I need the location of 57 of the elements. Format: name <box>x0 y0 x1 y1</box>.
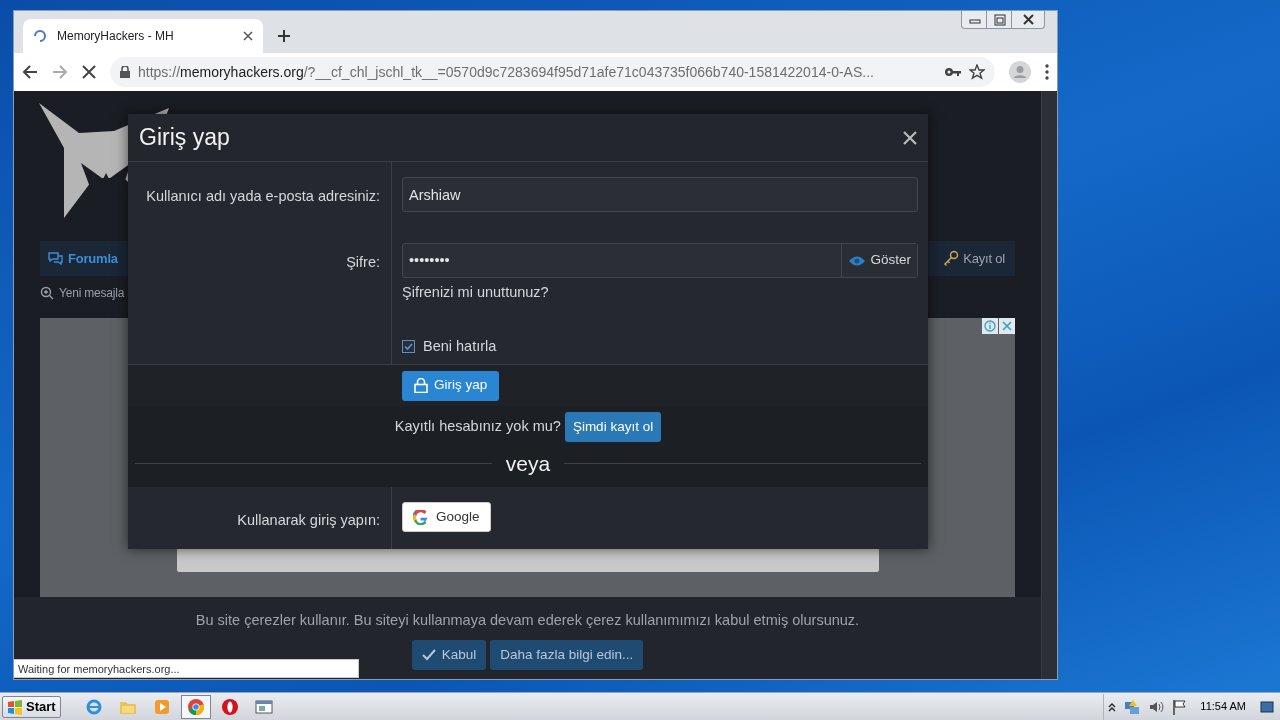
browser-tab[interactable]: MemoryHackers - MH <box>23 19 263 53</box>
back-icon[interactable] <box>22 64 38 80</box>
show-desktop-icon[interactable] <box>1260 699 1274 714</box>
forgot-password-link[interactable]: Şifrenizi mi unuttunuz? <box>402 282 549 304</box>
close-icon[interactable] <box>902 129 918 146</box>
menu-icon[interactable] <box>1045 64 1049 80</box>
chrome-icon[interactable] <box>186 697 205 716</box>
key-icon <box>943 250 960 267</box>
google-icon <box>413 509 428 525</box>
lock-icon <box>120 66 130 78</box>
lock-icon <box>414 378 428 393</box>
status-bubble: Waiting for memoryhackers.org... <box>14 659 359 678</box>
cookie-button[interactable]: Daha fazla bilgi edin... <box>490 640 644 670</box>
cookie-notice: Bu site çerezler kullanır. Bu siteyi kullanmaya devam ederek çerez kullanımımızı kabul etmiş olursunuz. <box>195 611 860 631</box>
register-button[interactable]: Şimdi kayıt ol <box>564 412 662 442</box>
eye-icon <box>848 254 867 267</box>
dialog-title: Giriş yap <box>139 123 230 153</box>
field-label: Kullanıcı adı yada e-posta adresiniz: <box>146 188 380 204</box>
nav-link[interactable]: Forumla <box>48 248 118 269</box>
close-icon[interactable] <box>243 31 253 41</box>
network-icon[interactable] <box>1124 698 1141 715</box>
login-button[interactable]: Giriş yap <box>402 370 500 401</box>
maximize-icon[interactable] <box>992 13 1006 26</box>
url-text: https://memoryhackers.org/?__cf_chl_jschl_tk__=0570d9c7283694f95d71afe71c043735f066b740-1581422014-0-AS... <box>138 62 875 82</box>
show-password-button[interactable]: Göster <box>841 244 917 277</box>
window-icon[interactable] <box>254 697 273 716</box>
star-icon[interactable] <box>969 64 985 80</box>
opera-icon[interactable] <box>220 697 239 716</box>
avatar-icon[interactable] <box>1009 61 1031 83</box>
search-icon <box>40 286 54 301</box>
google-login-button[interactable]: Google <box>402 502 491 532</box>
chevron-up-icon[interactable] <box>1108 701 1117 712</box>
checkbox[interactable] <box>402 340 415 354</box>
password-field[interactable]: •••••••• Göster <box>402 243 918 278</box>
register-prompt: Kayıtlı hesabınız yok mu? <box>394 417 561 437</box>
stop-icon[interactable] <box>82 65 96 79</box>
cookie-button[interactable]: Kabul <box>411 640 487 670</box>
close-icon[interactable] <box>1021 13 1035 26</box>
username-field[interactable]: Arshiaw <box>402 177 918 212</box>
new-tab-icon[interactable] <box>277 29 291 43</box>
new-posts-link[interactable]: Yeni mesajla <box>59 284 125 303</box>
loading-spinner-icon <box>33 29 47 43</box>
scrollbar[interactable] <box>1041 91 1057 679</box>
start-button[interactable]: Start <box>2 695 61 718</box>
nav-link[interactable]: Kayıt ol <box>943 248 1005 269</box>
flag-icon[interactable] <box>1172 698 1187 715</box>
field-label: Şifre: <box>346 254 380 270</box>
clock: 11:54 AM <box>1199 699 1247 715</box>
checkbox-label: Beni hatırla <box>423 337 497 356</box>
check-icon <box>421 649 436 661</box>
key-icon[interactable] <box>945 67 961 77</box>
chat-icon <box>48 250 64 267</box>
address-bar[interactable]: https://memoryhackers.org/?__cf_chl_jschl_tk__=0570d9c7283694f95d71afe71c043735f066b740-1581422014-0-AS... <box>110 57 995 87</box>
field-label: Kullanarak giriş yapın: <box>237 512 380 528</box>
divider-text: veya <box>505 451 551 477</box>
windows-logo-icon <box>7 698 23 715</box>
browser-icon[interactable] <box>84 697 103 716</box>
